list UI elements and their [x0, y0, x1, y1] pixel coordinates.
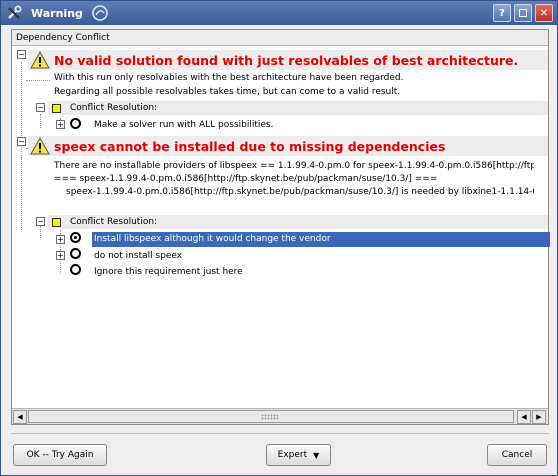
separator	[11, 433, 549, 434]
tree-column-header: Dependency Conflict	[12, 30, 548, 46]
option-radio[interactable]	[70, 264, 81, 275]
resolution1-label: Conflict Resolution:	[70, 103, 158, 113]
conflict-tree[interactable]: Dependency Conflict − No valid solution …	[11, 29, 550, 425]
close-icon: ✕	[539, 7, 549, 19]
option-radio[interactable]	[70, 248, 81, 259]
option-radio[interactable]	[70, 118, 81, 129]
collapse-conflict1-icon[interactable]: −	[17, 50, 26, 59]
resolution-icon	[52, 217, 61, 227]
maximize-icon	[519, 9, 527, 17]
ok-try-again-button[interactable]: OK -- Try Again	[13, 444, 107, 466]
close-button[interactable]: ✕	[535, 4, 553, 22]
scroll-left-icon[interactable]: ◀	[517, 410, 531, 424]
expand-option-icon[interactable]: +	[56, 235, 65, 244]
help-button[interactable]: ?	[493, 4, 511, 22]
tools-icon	[5, 4, 23, 22]
resolution-icon	[52, 103, 61, 113]
expand-option-icon[interactable]: +	[56, 251, 65, 260]
conflict2-heading: speex cannot be installed due to missing…	[28, 136, 548, 156]
cancel-button-label: Cancel	[501, 450, 533, 460]
warning-icon	[30, 51, 50, 69]
option-do-not-install[interactable]: do not install speex	[94, 251, 182, 261]
conflict2-detail: === speex-1.1.99.4-0.pm.0.i586[http://ft…	[54, 174, 438, 184]
conflict2-detail: There are no installable providers of li…	[54, 161, 534, 171]
option-install-libspeex[interactable]: Install libspeex although it would chang…	[92, 232, 550, 247]
conflict1-detail: With this run only resolvables with the …	[54, 73, 404, 83]
horizontal-scrollbar[interactable]: ◀ ◀ ▶	[12, 408, 548, 424]
option-solver-all[interactable]: Make a solver run with ALL possibilities…	[94, 120, 273, 130]
conflict2-detail: speex-1.1.99.4-0.pm.0.i586[http://ftp.sk…	[66, 187, 534, 197]
opensuse-icon	[91, 4, 109, 22]
title-bar[interactable]: Warning ? ✕	[1, 1, 557, 25]
collapse-resolution1-icon[interactable]: −	[36, 103, 45, 112]
conflict1-detail: Regarding all possible resolvables takes…	[54, 87, 401, 97]
expert-button[interactable]: Expert ▼	[266, 444, 331, 466]
maximize-button[interactable]	[514, 4, 532, 22]
conflict1-title: No valid solution found with just resolv…	[54, 52, 519, 68]
resolution1-header: Conflict Resolution:	[48, 101, 548, 115]
conflict2-title: speex cannot be installed due to missing…	[54, 138, 446, 154]
expand-option-icon[interactable]: +	[56, 120, 65, 129]
ok-button-label: OK -- Try Again	[26, 450, 94, 460]
collapse-conflict2-icon[interactable]: −	[17, 137, 26, 146]
scroll-thumb[interactable]	[28, 410, 514, 423]
resolution2-label: Conflict Resolution:	[70, 217, 158, 227]
scroll-left-icon[interactable]: ◀	[13, 410, 27, 424]
option-ignore-requirement[interactable]: Ignore this requirement just here	[94, 267, 243, 277]
vertical-scrollbar[interactable]	[534, 47, 548, 407]
warning-icon	[30, 137, 50, 155]
conflict1-heading: No valid solution found with just resolv…	[28, 50, 548, 70]
warning-dialog: Warning ? ✕ Dependency Conflict − No val…	[0, 0, 558, 476]
window-title: Warning	[31, 6, 83, 20]
cancel-button[interactable]: Cancel	[487, 444, 547, 466]
option-radio-selected[interactable]	[70, 232, 81, 243]
expert-button-label: Expert	[277, 450, 308, 460]
resolution2-header: Conflict Resolution:	[48, 215, 548, 229]
collapse-resolution2-icon[interactable]: −	[36, 217, 45, 226]
scroll-right-icon[interactable]: ▶	[532, 410, 546, 424]
dropdown-arrow-icon: ▼	[313, 450, 320, 460]
